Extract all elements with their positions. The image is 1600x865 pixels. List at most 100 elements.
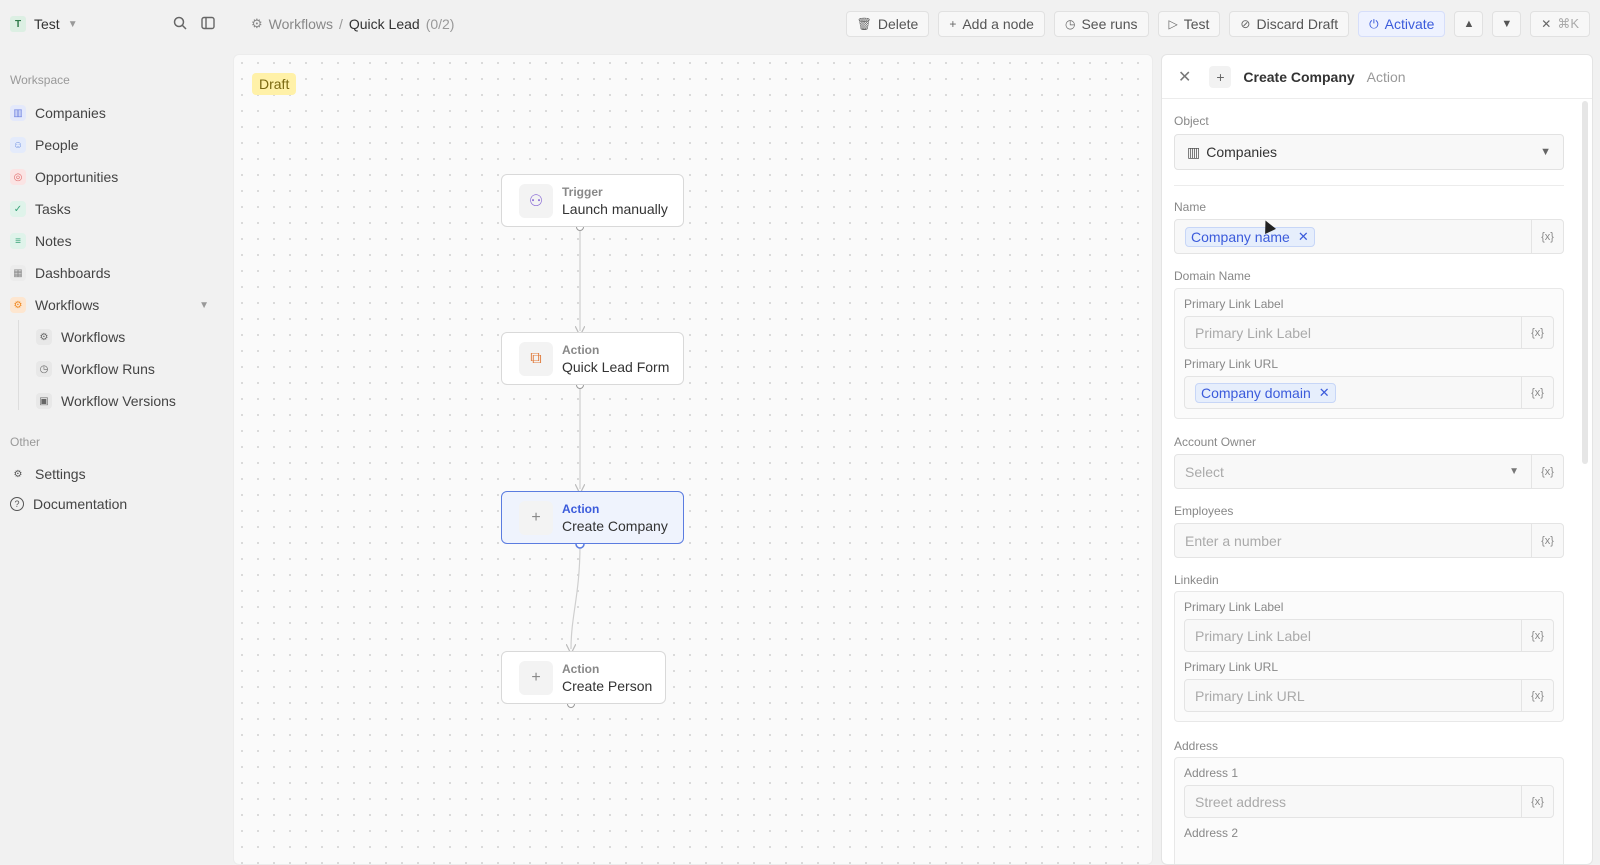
building-icon: ▥ (1187, 143, 1201, 160)
sidebar-item-settings[interactable]: ⚙ Settings (10, 459, 223, 489)
version-count: (0/2) (425, 16, 455, 32)
sidebar-item-label: Tasks (35, 201, 71, 217)
chevron-up-icon: ▲ (1463, 18, 1475, 30)
history-icon: ◷ (1064, 17, 1076, 31)
activate-button[interactable]: ⏻ Activate (1358, 11, 1446, 37)
close-icon: ✕ (1541, 17, 1552, 31)
workflow-node-trigger[interactable]: ⚇ Trigger Launch manually (501, 174, 684, 227)
sidebar-toggle-icon[interactable] (201, 16, 215, 33)
object-label: Object (1174, 114, 1209, 128)
variable-chip[interactable]: Company name ✕ (1185, 226, 1315, 247)
variable-picker-icon[interactable]: {x} (1531, 524, 1563, 557)
node-title: Create Person (562, 677, 653, 694)
delete-button[interactable]: 🗑︎ Delete (845, 11, 930, 37)
close-button[interactable]: ✕ ⌘K (1530, 11, 1590, 37)
chevron-down-icon: ▼ (67, 18, 78, 30)
linkedin-group: Primary Link Label Primary Link Label {x… (1174, 591, 1564, 722)
versions-icon: ▣ (36, 393, 52, 409)
variable-picker-icon[interactable]: {x} (1521, 377, 1553, 408)
variable-picker-icon[interactable]: {x} (1521, 786, 1553, 817)
account-owner-select[interactable]: Select ▼ {x} (1174, 454, 1564, 489)
see-runs-button[interactable]: ◷ See runs (1053, 11, 1149, 37)
panel-title: Create Company (1243, 68, 1355, 85)
sidebar-item-people[interactable]: ☺ People (10, 129, 223, 161)
variable-picker-icon[interactable]: {x} (1521, 680, 1553, 711)
workflow-node-quick-lead-form[interactable]: ⧉ Action Quick Lead Form (501, 332, 684, 385)
linkedin-primary-link-url-input[interactable]: Primary Link URL {x} (1184, 679, 1554, 712)
workspace-logo: T (10, 16, 26, 32)
edge (571, 543, 581, 649)
sidebar-item-documentation[interactable]: ? Documentation (10, 489, 223, 519)
linkedin-primary-link-label-input[interactable]: Primary Link Label {x} (1184, 619, 1554, 652)
employees-label: Employees (1174, 504, 1234, 518)
address1-input[interactable]: Street address {x} (1184, 785, 1554, 818)
workflow-icon: ⚙ (10, 297, 26, 313)
variable-picker-icon[interactable]: {x} (1531, 455, 1563, 488)
close-shortcut: ⌘K (1557, 16, 1579, 31)
discard-draft-label: Discard Draft (1256, 16, 1339, 32)
sidebar-subitem-workflows[interactable]: ⚙ Workflows (10, 321, 223, 353)
add-node-button[interactable]: + Add a node (938, 11, 1045, 37)
node-kind: Action (562, 501, 600, 516)
test-button[interactable]: ▷ Test (1157, 11, 1221, 37)
sidebar-item-companies[interactable]: ▥ Companies (10, 97, 223, 129)
address-label: Address (1174, 739, 1219, 753)
section-label-other: Other (10, 435, 41, 449)
variable-picker-icon[interactable]: {x} (1531, 220, 1563, 253)
node-title: Launch manually (562, 200, 668, 217)
workflow-node-create-person[interactable]: + Action Create Person (501, 651, 666, 704)
plus-icon[interactable]: + (1209, 65, 1232, 88)
sidebar-item-label: Opportunities (35, 169, 119, 185)
chevron-down-icon: ▼ (1540, 146, 1551, 158)
name-label: Name (1174, 200, 1207, 214)
remove-chip-icon[interactable]: ✕ (1298, 229, 1309, 245)
sidebar-item-workflows[interactable]: ⚙ Workflows ▼ (10, 289, 223, 321)
sidebar-subitem-workflow-versions[interactable]: ▣ Workflow Versions (10, 385, 223, 417)
input-placeholder: Street address (1195, 793, 1287, 810)
panel-scrollbar[interactable] (1582, 101, 1588, 464)
variable-picker-icon[interactable]: {x} (1521, 620, 1553, 651)
gear-icon: ⚙ (36, 329, 52, 345)
gear-icon: ⚙ (13, 468, 23, 480)
sidebar-item-opportunities[interactable]: ◎ Opportunities (10, 161, 223, 193)
variable-picker-icon[interactable]: {x} (1521, 317, 1553, 348)
sidebar-subitem-workflow-runs[interactable]: ◷ Workflow Runs (10, 353, 223, 385)
name-field[interactable]: Company name ✕ {x} (1174, 219, 1564, 254)
breadcrumb-parent[interactable]: Workflows (269, 16, 333, 32)
sidebar-item-label: Notes (35, 233, 72, 249)
workflow-node-create-company[interactable]: + Action Create Company (501, 491, 684, 544)
sidebar-item-tasks[interactable]: ✓ Tasks (10, 193, 223, 225)
see-runs-label: See runs (1081, 16, 1138, 32)
breadcrumb-current: Quick Lead (348, 16, 420, 32)
address2-label: Address 2 (1184, 826, 1239, 840)
chevron-down-icon[interactable]: ▼ (199, 300, 209, 311)
domain-primary-link-label-input[interactable]: Primary Link Label {x} (1184, 316, 1554, 349)
sidebar-item-label: Workflow Runs (61, 361, 155, 377)
remove-chip-icon[interactable]: ✕ (1319, 385, 1330, 401)
dashboard-icon: ▦ (10, 265, 26, 281)
chevron-down-icon: ▼ (1501, 18, 1513, 30)
previous-record-button[interactable]: ▲ (1454, 11, 1484, 37)
primary-link-url-label: Primary Link URL (1184, 660, 1279, 674)
input-placeholder: Enter a number (1185, 532, 1282, 549)
chip-label: Company domain (1201, 384, 1311, 401)
sidebar: T Test ▼ Workspace ▥ Companies ☺ People … (0, 0, 233, 865)
employees-input[interactable]: Enter a number {x} (1174, 523, 1564, 558)
address-group: Address 1 Street address {x} Address 2 (1174, 757, 1564, 864)
add-node-label: Add a node (962, 16, 1034, 32)
discard-draft-button[interactable]: ⊘ Discard Draft (1229, 11, 1350, 37)
sidebar-item-dashboards[interactable]: ▦ Dashboards (10, 257, 223, 289)
domain-primary-link-url-input[interactable]: Company domain ✕ {x} (1184, 376, 1554, 409)
activate-label: Activate (1384, 16, 1435, 32)
top-bar: ⚙ Workflows / Quick Lead (0/2) 🗑︎ Delete… (233, 0, 1600, 48)
close-icon[interactable]: ✕ (1178, 67, 1191, 87)
next-record-button[interactable]: ▼ (1492, 11, 1522, 37)
variable-chip[interactable]: Company domain ✕ (1195, 382, 1336, 403)
workflow-canvas[interactable]: Draft ⚇ Trigger Launch manually ⧉ Action… (233, 54, 1153, 865)
input-placeholder: Primary Link URL (1195, 687, 1305, 704)
node-kind: Trigger (562, 184, 603, 199)
input-placeholder: Primary Link Label (1195, 324, 1311, 341)
sidebar-item-notes[interactable]: ≡ Notes (10, 225, 223, 257)
object-select[interactable]: ▥ Companies ▼ (1174, 134, 1564, 170)
search-icon[interactable] (173, 16, 187, 33)
